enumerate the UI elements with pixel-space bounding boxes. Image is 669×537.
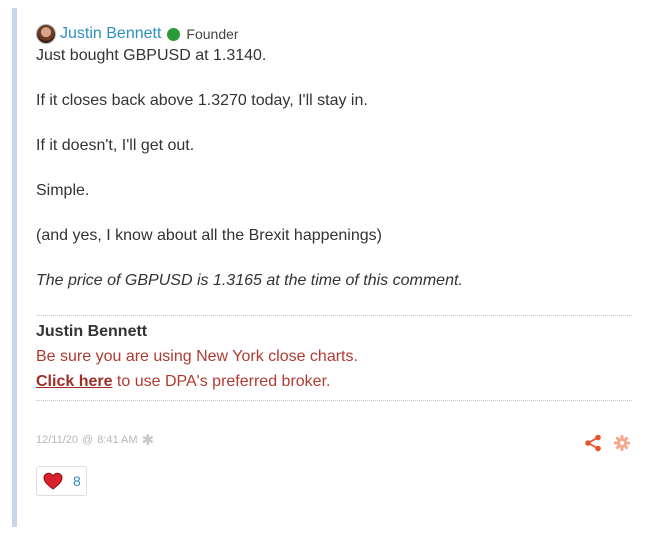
signature-broker-text: to use DPA's preferred broker.: [112, 373, 331, 390]
author-name-link[interactable]: Justin Bennett: [60, 25, 161, 43]
signature-divider-bottom: [36, 400, 632, 401]
comment-time[interactable]: 8:41 AM: [97, 434, 137, 446]
comment-at-symbol: @: [82, 434, 94, 446]
signature-name: Justin Bennett: [36, 323, 148, 340]
comment-paragraph: If it doesn't, I'll get out.: [36, 137, 195, 154]
avatar[interactable]: [36, 24, 56, 44]
signature-divider-top: [36, 315, 632, 316]
comment-author-row: Justin Bennett Founder: [36, 23, 239, 45]
signature-broker-line: Click here to use DPA's preferred broker…: [36, 373, 330, 391]
comment-paragraph: Just bought GBPUSD at 1.3140.: [36, 47, 267, 64]
comment-paragraph: If it closes back above 1.3270 today, I'…: [36, 92, 368, 109]
author-role-badge: Founder: [186, 26, 239, 42]
like-count: 8: [73, 473, 81, 489]
asterisk-icon[interactable]: ✱: [142, 431, 155, 449]
signature-line: Be sure you are using New York close cha…: [36, 348, 358, 365]
share-icon[interactable]: [584, 434, 602, 452]
comment-paragraph: Simple.: [36, 182, 90, 199]
online-status-icon: [167, 27, 181, 41]
comment-meta: 12/11/20 @ 8:41 AM ✱: [36, 431, 158, 449]
thread-indicator-bar: [12, 8, 17, 527]
heart-icon: [43, 472, 63, 490]
price-note: The price of GBPUSD is 1.3165 at the tim…: [36, 272, 463, 289]
comment-paragraph: (and yes, I know about all the Brexit ha…: [36, 227, 382, 244]
comment-date[interactable]: 12/11/20: [36, 434, 78, 446]
broker-link[interactable]: Click here: [36, 373, 112, 390]
gear-icon[interactable]: [613, 434, 631, 452]
like-button[interactable]: 8: [36, 466, 87, 496]
